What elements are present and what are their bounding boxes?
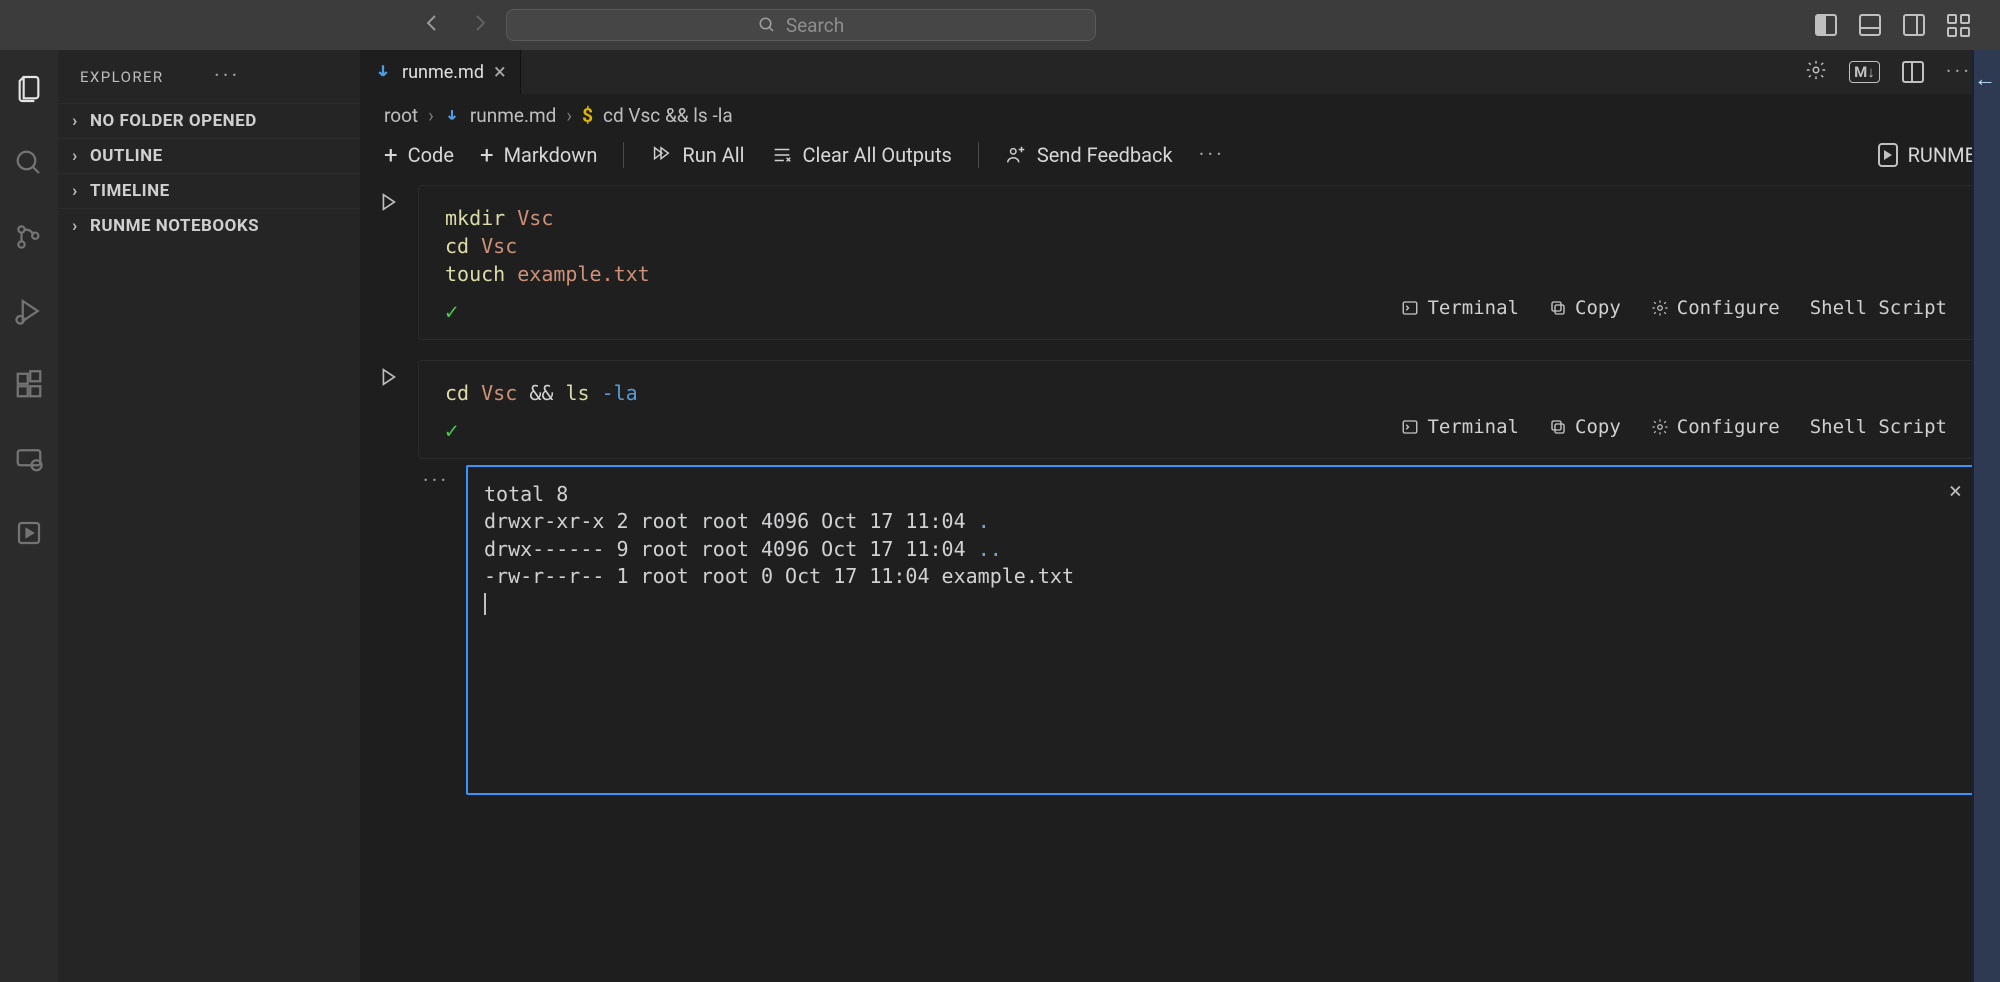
sidebar-section-timeline[interactable]: ›TIMELINE — [58, 173, 360, 208]
tab-bar: runme.md × M↓ ··· — [360, 50, 2000, 94]
crumb-cmd[interactable]: cd Vsc && ls -la — [603, 104, 733, 127]
tab-runme[interactable]: runme.md × — [360, 50, 521, 94]
language-label[interactable]: Shell Script — [1810, 295, 1947, 322]
sidebar-section-outline[interactable]: ›OUTLINE — [58, 138, 360, 173]
adjacent-window-sliver — [1972, 50, 2000, 982]
open-terminal-button[interactable]: Terminal — [1401, 295, 1519, 322]
chevron-right-icon: › — [66, 216, 84, 236]
split-editor-icon[interactable] — [1902, 61, 1924, 83]
sidebar-more-icon[interactable]: ··· — [214, 64, 348, 89]
kernel-icon — [1878, 143, 1898, 167]
person-icon — [1005, 144, 1027, 166]
language-label[interactable]: Shell Script — [1810, 414, 1947, 441]
terminal-icon — [1401, 299, 1419, 317]
dollar-icon: $ — [582, 104, 593, 127]
layout-right-icon[interactable] — [1903, 14, 1925, 36]
adjacent-window-back-icon[interactable]: ← — [1974, 66, 1996, 92]
clear-outputs-button[interactable]: Clear All Outputs — [771, 143, 952, 167]
search-placeholder: Search — [786, 14, 844, 37]
output-line: drwx------ 9 root root 4096 Oct 17 11:04… — [484, 536, 1958, 564]
sidebar-title-row: EXPLORER ··· — [58, 50, 360, 103]
open-terminal-button[interactable]: Terminal — [1401, 414, 1519, 441]
activity-debug-icon[interactable] — [12, 294, 46, 328]
check-icon: ✓ — [445, 417, 458, 448]
chevron-right-icon: › — [66, 146, 84, 166]
notebook-toolbar: +Code +Markdown Run All Clear All Output… — [360, 133, 2000, 185]
crumb-root[interactable]: root — [384, 104, 418, 127]
activity-scm-icon[interactable] — [12, 220, 46, 254]
code-block[interactable]: cd Vsc && ls -la ✓ Terminal Copy Configu… — [418, 360, 1976, 459]
run-cell-icon[interactable] — [377, 366, 399, 795]
arrow-down-icon — [444, 108, 460, 124]
title-bar: Search — [0, 0, 2000, 50]
breadcrumb[interactable]: root › runme.md › $ cd Vsc && ls -la — [360, 94, 2000, 133]
output-line: total 8 — [484, 481, 1958, 509]
arrow-down-icon — [374, 63, 392, 81]
activity-remote-icon[interactable] — [12, 442, 46, 476]
play-all-icon — [650, 144, 672, 166]
close-output-icon[interactable]: × — [1949, 477, 1962, 507]
sidebar: EXPLORER ··· ›NO FOLDER OPENED ›OUTLINE … — [58, 50, 360, 982]
nav-forward-icon[interactable] — [468, 11, 492, 40]
configure-button[interactable]: Configure — [1651, 414, 1780, 441]
activity-bar — [0, 50, 58, 982]
activity-runme-icon[interactable] — [12, 516, 46, 550]
add-code-button[interactable]: +Code — [384, 141, 454, 169]
code-cell[interactable]: mkdir Vsc cd Vsc touch example.txt ✓ Ter… — [370, 185, 1976, 340]
chevron-right-icon: › — [66, 181, 84, 201]
code-cell[interactable]: cd Vsc && ls -la ✓ Terminal Copy Configu… — [370, 360, 1976, 795]
run-all-button[interactable]: Run All — [650, 143, 744, 167]
chevron-right-icon: › — [66, 111, 84, 131]
tab-settings-icon[interactable] — [1805, 59, 1827, 86]
search-icon — [758, 16, 776, 34]
copy-button[interactable]: Copy — [1549, 414, 1621, 441]
code-block[interactable]: mkdir Vsc cd Vsc touch example.txt ✓ Ter… — [418, 185, 1976, 340]
activity-search-icon[interactable] — [12, 146, 46, 180]
gear-icon — [1651, 418, 1669, 436]
layout-grid-icon[interactable] — [1947, 14, 1970, 37]
output-line: drwxr-xr-x 2 root root 4096 Oct 17 11:04… — [484, 508, 1958, 536]
add-markdown-button[interactable]: +Markdown — [480, 141, 597, 169]
nav-back-icon[interactable] — [420, 11, 444, 40]
cursor — [484, 593, 486, 615]
search-input[interactable]: Search — [506, 9, 1096, 41]
copy-icon — [1549, 299, 1567, 317]
tab-filename: runme.md — [402, 62, 484, 83]
activity-explorer-icon[interactable] — [12, 72, 46, 106]
gear-icon — [1651, 299, 1669, 317]
markdown-badge[interactable]: M↓ — [1849, 61, 1880, 83]
editor-area: runme.md × M↓ ··· root › runme.md › $ cd… — [360, 50, 2000, 982]
sidebar-section-runme-nb[interactable]: ›RUNME NOTEBOOKS — [58, 208, 360, 243]
output-line: -rw-r--r-- 1 root root 0 Oct 17 11:04 ex… — [484, 563, 1958, 591]
layout-left-icon[interactable] — [1815, 14, 1837, 36]
activity-extensions-icon[interactable] — [12, 368, 46, 402]
cell-output[interactable]: × total 8 drwxr-xr-x 2 root root 4096 Oc… — [466, 465, 1976, 795]
tab-more-icon[interactable]: ··· — [1946, 60, 1972, 85]
sidebar-section-nofolder[interactable]: ›NO FOLDER OPENED — [58, 103, 360, 138]
feedback-button[interactable]: Send Feedback — [1005, 143, 1173, 167]
toolbar-more-icon[interactable]: ··· — [1199, 143, 1225, 168]
tab-close-icon[interactable]: × — [494, 60, 506, 85]
copy-button[interactable]: Copy — [1549, 295, 1621, 322]
run-cell-icon[interactable] — [377, 191, 399, 340]
check-icon: ✓ — [445, 298, 458, 329]
layout-bottom-icon[interactable] — [1859, 14, 1881, 36]
crumb-file[interactable]: runme.md — [470, 104, 557, 127]
sidebar-title: EXPLORER — [80, 68, 214, 86]
terminal-icon — [1401, 418, 1419, 436]
output-more-icon[interactable]: ··· — [418, 465, 454, 795]
clear-icon — [771, 144, 793, 166]
copy-icon — [1549, 418, 1567, 436]
kernel-button[interactable]: RUNME — [1878, 143, 1976, 167]
configure-button[interactable]: Configure — [1651, 295, 1780, 322]
